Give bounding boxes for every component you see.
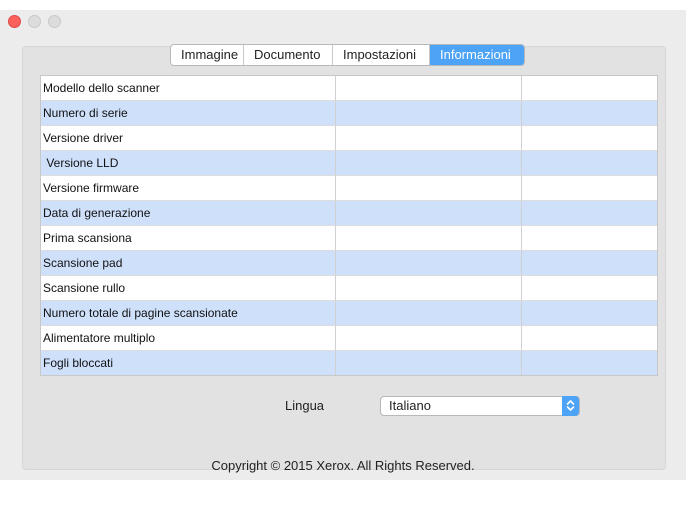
row-label: Versione firmware [41,176,336,200]
row-label: Versione driver [41,126,336,150]
row-extra [522,226,657,250]
row-extra [522,276,657,300]
row-extra [522,176,657,200]
row-value [336,301,522,325]
row-extra [522,126,657,150]
row-value [336,151,522,175]
row-extra [522,251,657,275]
tab-informazioni[interactable]: Informazioni [430,45,524,65]
language-label: Lingua [285,398,325,413]
row-value [336,326,522,350]
row-label: Versione LLD [41,151,336,175]
updown-chevron-icon[interactable] [562,396,579,416]
tab-bar: Immagine Documento Impostazioni Informaz… [170,44,525,66]
row-value [336,126,522,150]
row-label: Numero totale di pagine scansionate [41,301,336,325]
row-extra [522,301,657,325]
row-extra [522,76,657,100]
row-value [336,76,522,100]
row-extra [522,351,657,375]
row-value [336,276,522,300]
table-row: Versione LLD [41,151,657,176]
table-row: Data di generazione [41,201,657,226]
row-extra [522,201,657,225]
language-selected-value: Italiano [389,398,431,413]
row-value [336,176,522,200]
close-icon[interactable] [8,15,21,28]
row-value [336,101,522,125]
title-bar [0,10,686,32]
row-label: Prima scansiona [41,226,336,250]
row-label: Scansione pad [41,251,336,275]
row-label: Modello dello scanner [41,76,336,100]
table-row: Versione driver [41,126,657,151]
row-extra [522,151,657,175]
row-value [336,226,522,250]
table-row: Versione firmware [41,176,657,201]
table-row: Prima scansiona [41,226,657,251]
table-row: Scansione rullo [41,276,657,301]
table-row: Scansione pad [41,251,657,276]
tab-impostazioni[interactable]: Impostazioni [333,45,430,65]
table-row: Numero totale di pagine scansionate [41,301,657,326]
minimize-icon[interactable] [28,15,41,28]
row-label: Alimentatore multiplo [41,326,336,350]
row-value [336,251,522,275]
table-row: Fogli bloccati [41,351,657,375]
row-extra [522,101,657,125]
info-table: Modello dello scanner Numero di serie Ve… [40,75,658,376]
tab-documento[interactable]: Documento [244,45,333,65]
language-select[interactable]: Italiano [380,396,580,416]
table-row: Alimentatore multiplo [41,326,657,351]
row-label: Data di generazione [41,201,336,225]
row-label: Scansione rullo [41,276,336,300]
row-extra [522,326,657,350]
row-value [336,201,522,225]
table-row: Numero di serie [41,101,657,126]
table-row: Modello dello scanner [41,76,657,101]
row-value [336,351,522,375]
maximize-icon[interactable] [48,15,61,28]
copyright-text: Copyright © 2015 Xerox. All Rights Reser… [211,458,475,473]
tab-immagine[interactable]: Immagine [171,45,244,65]
row-label: Numero di serie [41,101,336,125]
row-label: Fogli bloccati [41,351,336,375]
